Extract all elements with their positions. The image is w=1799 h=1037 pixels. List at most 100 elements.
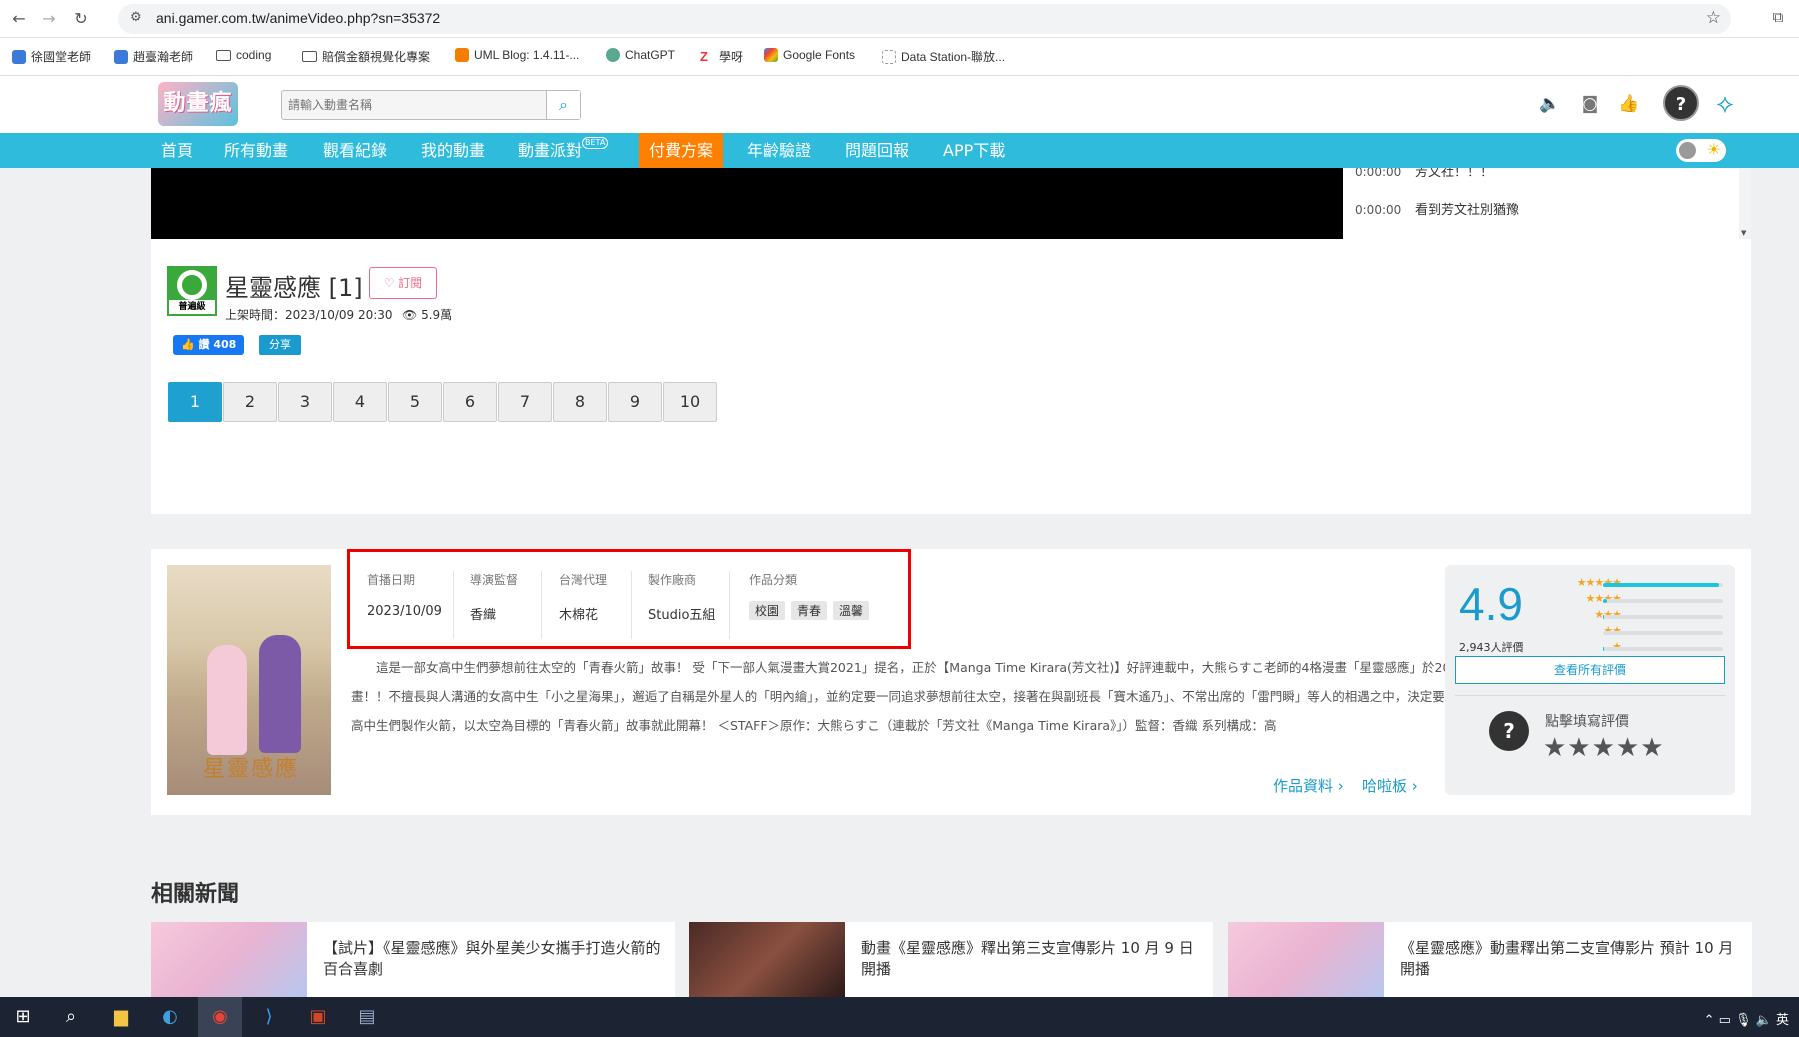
anime-description: 這是一部女高中生們夢想前往太空的「青春火箭」故事！ 受「下一部人氣漫畫大賞202… <box>351 660 1570 733</box>
site-logo[interactable]: 動畫瘋 <box>158 82 238 126</box>
rating-bar <box>1603 583 1723 587</box>
theme-toggle[interactable]: ☀ <box>1676 139 1726 162</box>
rating-label: 普遍級 <box>169 300 215 314</box>
powerpoint-icon[interactable]: ▣ <box>303 1002 333 1032</box>
edge-icon[interactable]: ◐ <box>155 1002 185 1032</box>
z-icon: Z <box>700 48 708 64</box>
rate-stars-input[interactable]: ★★★★★ <box>1543 733 1665 763</box>
facebook-like-button[interactable]: 👍 讚 408 <box>173 335 245 355</box>
news-headline: 《星靈感應》動畫釋出第二支宣傳影片 預計 10 月開播 <box>1400 939 1734 978</box>
episode-button[interactable]: 9 <box>608 382 662 422</box>
news-card[interactable]: 【試片】《星靈感應》與外星美少女攜手打造火箭的百合喜劇 <box>151 922 675 997</box>
ime-indicator[interactable]: 英 <box>1776 1013 1789 1028</box>
genre-tag[interactable]: 校園 <box>749 601 786 620</box>
reload-icon[interactable]: ↻ <box>70 8 92 30</box>
file-explorer-icon[interactable]: ▆ <box>106 1002 136 1032</box>
bookmark-folder[interactable]: 賠償金額視覺化專案 <box>302 48 430 65</box>
news-card[interactable]: 《星靈感應》動畫釋出第二支宣傳影片 預計 10 月開播 <box>1228 922 1752 997</box>
episode-button[interactable]: 8 <box>553 382 607 422</box>
episode-button[interactable]: 6 <box>443 382 497 422</box>
network-icon[interactable]: ▭ <box>1719 1013 1735 1028</box>
windows-start-icon[interactable]: ⊞ <box>8 1002 38 1032</box>
rating-bar-fill <box>1603 599 1607 603</box>
extensions-icon[interactable]: ⧉ <box>1767 8 1789 30</box>
news-headline: 【試片】《星靈感應》與外星美少女攜手打造火箭的百合喜劇 <box>323 939 661 978</box>
system-tray[interactable]: ⌃ ▭ 🎙 🔈 英 <box>1704 1009 1789 1028</box>
tray-chevron-icon[interactable]: ⌃ <box>1704 1013 1719 1028</box>
danmu-scrollbar[interactable]: ▼ <box>1739 168 1751 239</box>
search-input[interactable] <box>288 95 538 115</box>
episode-button[interactable]: 1 <box>168 382 222 422</box>
share-button[interactable]: 分享 <box>259 335 301 355</box>
nav-paid-plan[interactable]: 付費方案 <box>639 133 724 168</box>
anime-poster[interactable]: 星靈感應 <box>167 565 331 795</box>
bahamut-logo-icon[interactable]: ⟡ <box>1707 86 1743 122</box>
speaker-icon[interactable]: 🔈 <box>1538 92 1562 116</box>
score-value: 4.9 <box>1459 578 1523 630</box>
rate-prompt: 點擊填寫評價 <box>1545 714 1629 730</box>
video-player[interactable] <box>151 168 1343 239</box>
bookmark-item[interactable]: ChatGPT <box>606 48 675 62</box>
bookmark-item[interactable]: Data Station-聯放... <box>882 48 1005 65</box>
anime-info-link[interactable]: 作品資料 › <box>1273 775 1344 796</box>
search-icon[interactable]: ⌕ <box>546 91 580 119</box>
user-avatar[interactable]: ? <box>1663 85 1699 121</box>
thumb-up-icon[interactable]: 👍 <box>1617 92 1641 116</box>
rating-bar <box>1603 615 1723 619</box>
mic-icon[interactable]: 🎙 <box>1735 1013 1756 1028</box>
forum-link[interactable]: 哈啦板 › <box>1362 775 1418 796</box>
meet-icon <box>114 49 128 64</box>
episode-button[interactable]: 2 <box>223 382 277 422</box>
main-nav: 首頁 所有動畫 觀看紀錄 我的動畫 動畫派對 BETA 付費方案 年齡驗證 問題回… <box>0 133 1799 168</box>
all-reviews-button[interactable]: 查看所有評價 <box>1455 656 1725 684</box>
site-info-icon[interactable]: ⚙ <box>130 10 142 25</box>
star-row-1: ★ <box>1539 640 1723 654</box>
episode-button[interactable]: 3 <box>278 382 332 422</box>
nav-party[interactable]: 動畫派對 BETA <box>518 133 609 168</box>
meta-label: 作品分類 <box>749 573 798 587</box>
scroll-down-icon[interactable]: ▼ <box>1741 229 1746 237</box>
rating-circle-icon <box>177 270 207 300</box>
nav-age-verify[interactable]: 年齡驗證 <box>747 133 811 168</box>
episode-button[interactable]: 4 <box>333 382 387 422</box>
nav-report[interactable]: 問題回報 <box>845 133 909 168</box>
vscode-icon[interactable]: ⟩ <box>254 1002 284 1032</box>
bookmark-item[interactable]: 趙臺瀚老師 <box>114 48 193 65</box>
google-fonts-icon <box>764 48 778 62</box>
rss-icon[interactable]: ◙ <box>1578 92 1602 116</box>
nav-app-download[interactable]: APP下載 <box>943 133 1005 168</box>
bookmark-folder[interactable]: coding <box>216 48 271 62</box>
nav-all-anime[interactable]: 所有動畫 <box>224 133 288 168</box>
poster-title: 星靈感應 <box>203 757 300 782</box>
danmu-list[interactable]: 0:00:00 芳文社！！！ 0:00:00 看到芳文社別猶豫 ▼ <box>1343 168 1751 239</box>
genre-tag[interactable]: 青春 <box>791 601 828 620</box>
volume-icon[interactable]: 🔈 <box>1756 1013 1776 1028</box>
bookmark-star-icon[interactable]: ☆ <box>1706 8 1721 28</box>
meta-divider <box>541 571 542 639</box>
chrome-icon[interactable]: ◉ <box>205 1002 235 1032</box>
bookmark-item[interactable]: UML Blog: 1.4.11-... <box>455 48 579 62</box>
release-time: 上架時間：2023/10/09 20:30 <box>225 308 393 322</box>
app-icon[interactable]: ▤ <box>352 1002 382 1032</box>
nav-my-anime[interactable]: 我的動畫 <box>421 133 485 168</box>
back-icon[interactable]: ← <box>8 8 30 30</box>
bookmark-item[interactable]: Z 學呀 <box>700 48 743 65</box>
episode-button[interactable]: 7 <box>498 382 552 422</box>
search-icon[interactable]: ⌕ <box>56 1002 86 1032</box>
episode-button[interactable]: 10 <box>663 382 717 422</box>
meta-value: 2023/10/09 <box>367 604 442 619</box>
nav-history[interactable]: 觀看紀錄 <box>323 133 387 168</box>
bookmark-item[interactable]: Google Fonts <box>764 48 855 62</box>
rating-bar <box>1603 647 1723 651</box>
news-card[interactable]: 動畫《星靈感應》釋出第三支宣傳影片 10 月 9 日開播 <box>689 922 1213 997</box>
nav-home[interactable]: 首頁 <box>161 133 193 168</box>
bookmark-item[interactable]: 徐國堂老師 <box>12 48 91 65</box>
meta-label: 首播日期 <box>367 573 416 587</box>
episode-button[interactable]: 5 <box>388 382 442 422</box>
genre-tag[interactable]: 溫馨 <box>833 601 870 620</box>
address-bar[interactable]: ⚙ ani.gamer.com.tw/animeVideo.php?sn=353… <box>118 4 1731 34</box>
news-headline: 動畫《星靈感應》釋出第三支宣傳影片 10 月 9 日開播 <box>861 939 1194 978</box>
subscribe-button[interactable]: ♡ 訂閱 <box>369 267 437 299</box>
url-text[interactable]: ani.gamer.com.tw/animeVideo.php?sn=35372 <box>156 10 440 26</box>
forward-icon[interactable]: → <box>38 8 60 30</box>
